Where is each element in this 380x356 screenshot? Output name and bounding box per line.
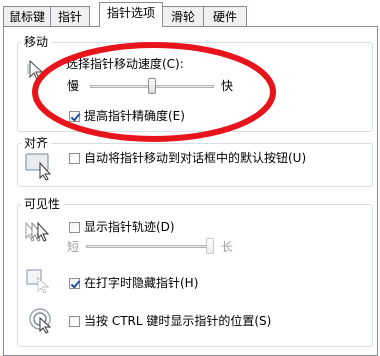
slow-label: 慢: [67, 79, 80, 93]
pointer-speed-icon: [27, 59, 44, 81]
trails-checkbox[interactable]: [69, 222, 80, 233]
ctrl-location-icon: [29, 308, 52, 334]
trails-label: 显示指针轨迹(D): [84, 220, 175, 234]
trails-slider-thumb[interactable]: [206, 238, 214, 254]
snap-button-icon: [25, 153, 52, 181]
enhance-precision-checkbox[interactable]: [69, 111, 80, 122]
ctrl-location-label: 当按 CTRL 键时显示指针的位置(S): [84, 314, 272, 328]
tab-hardware[interactable]: 硬件: [203, 6, 247, 26]
speed-slider-thumb[interactable]: [148, 78, 156, 94]
snap-group: [17, 143, 373, 187]
snap-label: 自动将指针移动到对话框中的默认按钮(U): [84, 151, 307, 165]
fast-label: 快: [221, 79, 234, 93]
ctrl-location-checkbox[interactable]: [69, 316, 80, 327]
tab-wheel[interactable]: 滑轮: [162, 6, 204, 26]
long-label: 长: [221, 240, 234, 254]
hide-pointer-icon: [26, 269, 50, 294]
snap-checkbox[interactable]: [69, 153, 80, 164]
tab-pointers[interactable]: 指针: [50, 6, 90, 26]
trails-slider-track[interactable]: [86, 245, 214, 248]
pointer-trails-icon: [25, 221, 50, 242]
motion-legend: 移动: [21, 35, 52, 49]
speed-label: 选择指针移动速度(C):: [66, 57, 184, 71]
tab-pointer-options[interactable]: 指针选项: [99, 2, 163, 27]
enhance-precision-label: 提高指针精确度(E): [84, 109, 185, 123]
snap-legend: 对齐: [21, 136, 52, 150]
visibility-legend: 可见性: [21, 197, 64, 211]
hide-while-typing-checkbox[interactable]: [69, 278, 80, 289]
short-label: 短: [67, 240, 80, 254]
tab-buttons[interactable]: 鼠标键: [3, 6, 51, 26]
hide-while-typing-label: 在打字时隐藏指针(H): [84, 276, 199, 290]
